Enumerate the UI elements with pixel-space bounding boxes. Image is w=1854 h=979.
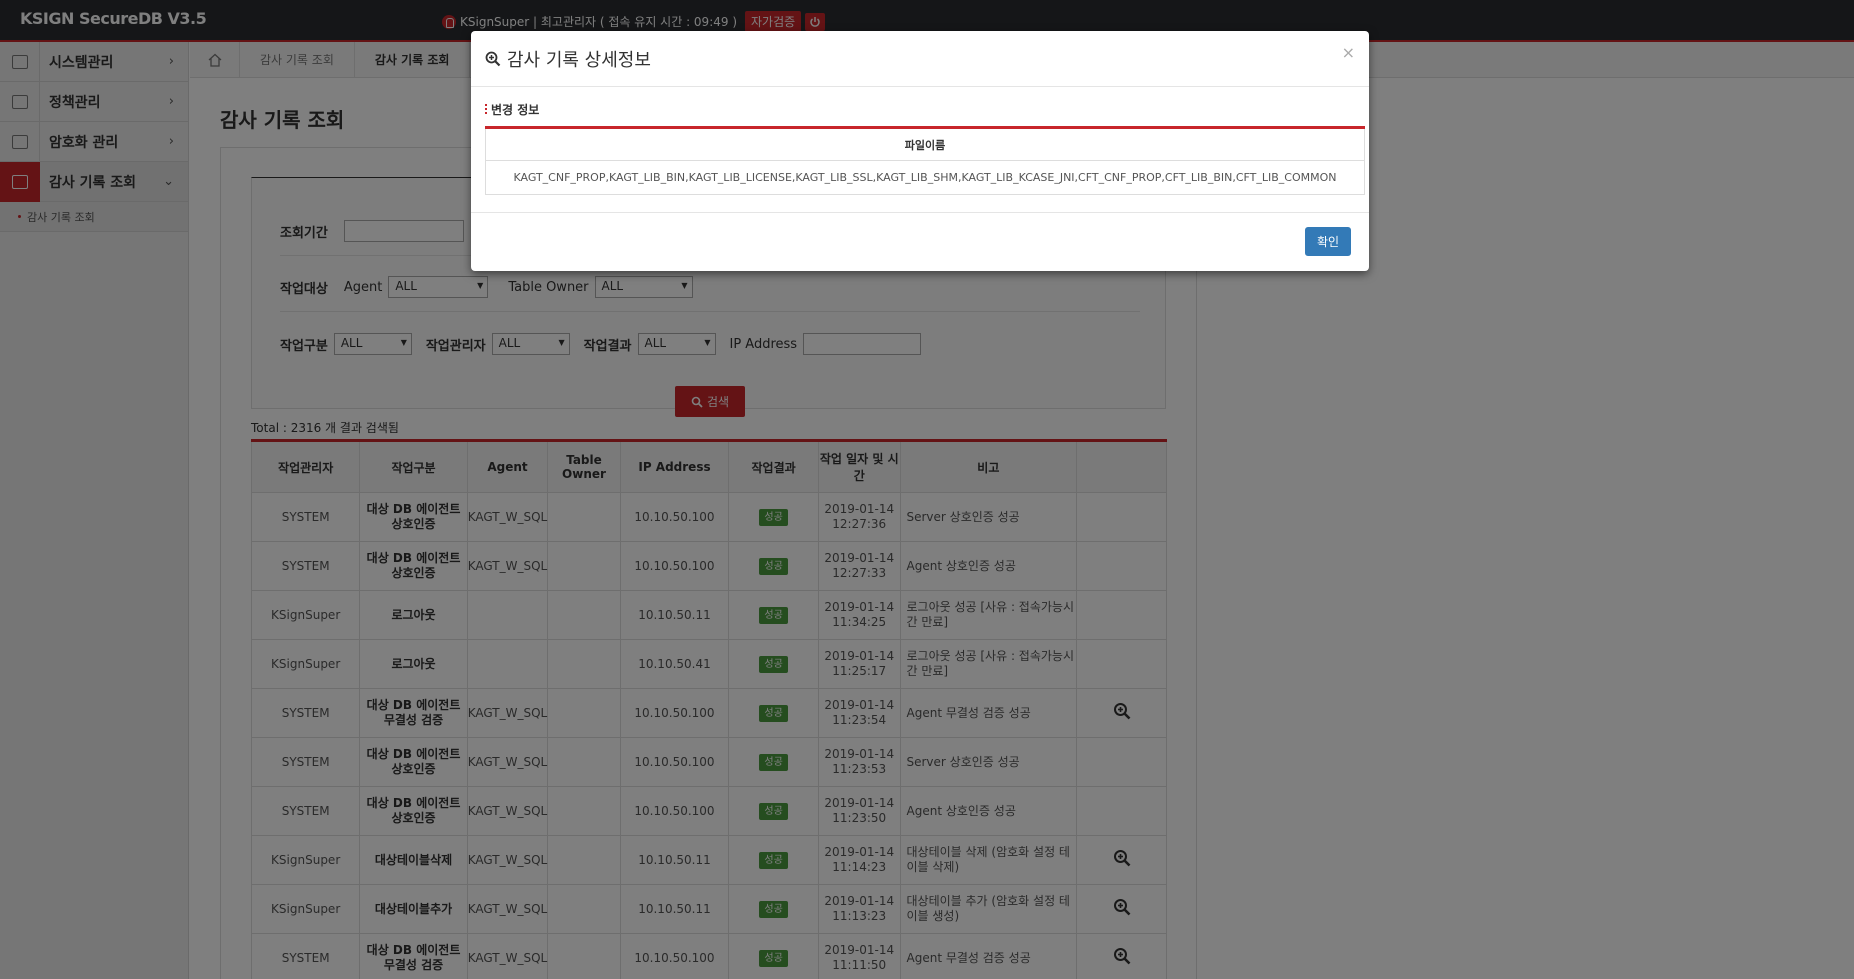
- modal-body: 변경 정보 파일이름 KAGT_CNF_PROP,KAGT_LIB_BIN,KA…: [471, 87, 1369, 195]
- modal-footer: 확인: [471, 212, 1369, 271]
- zoom-in-icon: [485, 51, 501, 66]
- confirm-button[interactable]: 확인: [1305, 227, 1351, 256]
- modal-title: 감사 기록 상세정보: [507, 49, 651, 71]
- file-name-value: KAGT_CNF_PROP,KAGT_LIB_BIN,KAGT_LIB_LICE…: [485, 160, 1365, 195]
- close-icon[interactable]: ×: [1342, 43, 1355, 62]
- file-name-header: 파일이름: [485, 127, 1365, 161]
- section-title: 변경 정보: [491, 103, 540, 117]
- change-info-table: 파일이름 KAGT_CNF_PROP,KAGT_LIB_BIN,KAGT_LIB…: [485, 126, 1365, 195]
- app-root: KSIGN SecureDB V3.5 KSignSuper | 최고관리자 (…: [0, 0, 1854, 979]
- audit-detail-modal: 감사 기록 상세정보 × 변경 정보 파일이름 KAGT_CNF_PROP,KA…: [471, 31, 1369, 271]
- modal-header: 감사 기록 상세정보: [471, 31, 1369, 87]
- modal-section-heading: 변경 정보: [485, 101, 1355, 118]
- section-marker-icon: [485, 104, 487, 115]
